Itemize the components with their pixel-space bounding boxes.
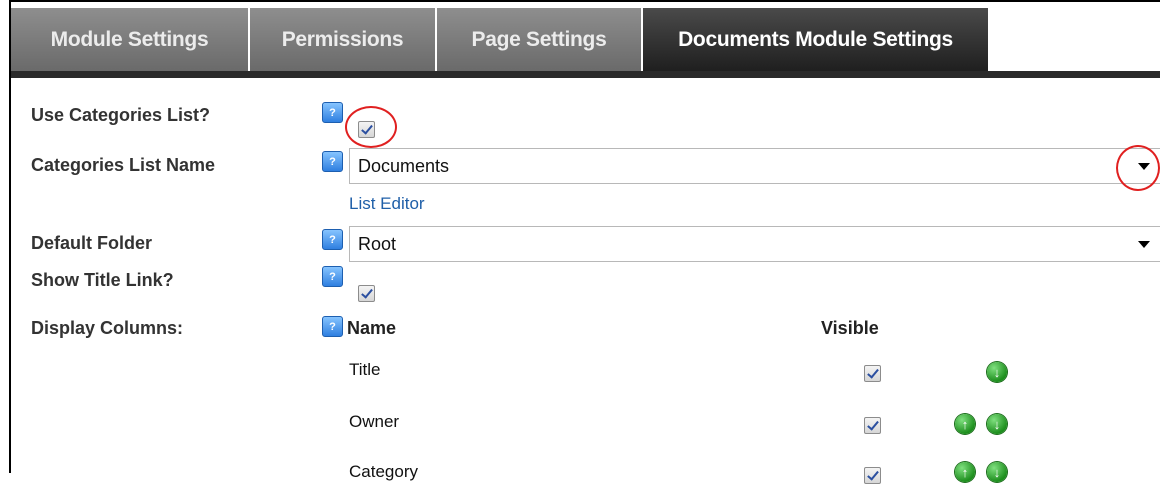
show-title-link-checkbox[interactable]: [358, 285, 375, 302]
help-icon[interactable]: ?: [322, 102, 343, 123]
caret-down-icon[interactable]: [1138, 241, 1150, 248]
column-row-name: Title: [349, 360, 381, 379]
arrow-down-icon[interactable]: ↓: [987, 362, 1007, 382]
column-visible-checkbox[interactable]: [864, 365, 881, 382]
help-icon[interactable]: ?: [322, 151, 343, 172]
tab-permissions[interactable]: Permissions: [250, 8, 436, 71]
column-visible-checkbox[interactable]: [864, 417, 881, 434]
use-categories-checkbox[interactable]: [358, 121, 375, 138]
column-header-visible: Visible: [821, 318, 879, 338]
arrow-down-icon[interactable]: ↓: [987, 414, 1007, 434]
default-folder-value: Root: [358, 233, 397, 254]
help-icon[interactable]: ?: [322, 266, 343, 287]
show-title-link-label: Show Title Link?: [31, 270, 174, 290]
column-row-name: Category: [349, 462, 418, 481]
tab-underline: [11, 71, 1160, 78]
column-row-name: Owner: [349, 412, 400, 431]
use-categories-label: Use Categories List?: [31, 105, 211, 125]
help-icon[interactable]: ?: [322, 229, 343, 250]
categories-list-select[interactable]: Documents: [349, 148, 1160, 184]
settings-panel: Module Settings Permissions Page Setting…: [9, 0, 1160, 484]
caret-down-icon[interactable]: [1138, 163, 1150, 170]
tab-bar: Module Settings Permissions Page Setting…: [11, 8, 1160, 78]
tab-module-settings[interactable]: Module Settings: [11, 8, 249, 71]
categories-list-name-label: Categories List Name: [31, 155, 216, 175]
arrow-up-icon[interactable]: ↑: [955, 462, 975, 482]
default-folder-select[interactable]: Root: [349, 226, 1160, 262]
display-columns-label: Display Columns:: [31, 318, 184, 338]
arrow-down-icon[interactable]: ↓: [987, 462, 1007, 482]
categories-list-value: Documents: [358, 155, 450, 176]
tab-page-settings[interactable]: Page Settings: [437, 8, 642, 71]
default-folder-label: Default Folder: [31, 233, 153, 253]
tab-documents-module-settings[interactable]: Documents Module Settings: [643, 8, 989, 71]
help-icon[interactable]: ?: [322, 316, 343, 337]
list-editor-link[interactable]: List Editor: [349, 194, 425, 214]
column-header-name: Name: [347, 318, 397, 338]
column-visible-checkbox[interactable]: [864, 467, 881, 484]
arrow-up-icon[interactable]: ↑: [955, 414, 975, 434]
